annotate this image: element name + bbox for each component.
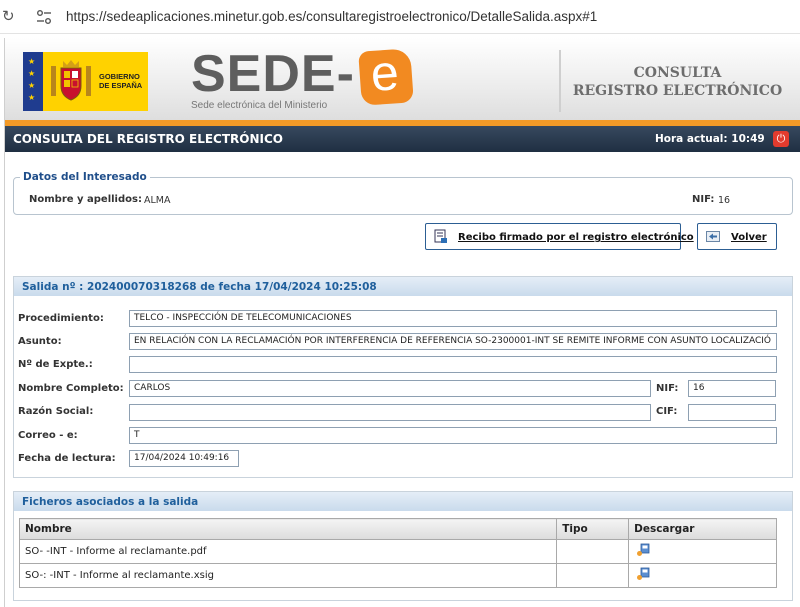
consulta-line2: REGISTRO ELECTRÓNICO — [572, 83, 783, 99]
site-settings-icon[interactable] — [36, 9, 52, 25]
consulta-registro-title: CONSULTA REGISTRO ELECTRÓNICO — [565, 64, 790, 100]
sede-e-logo: e — [358, 44, 414, 106]
interesado-nif-label: NIF: — [692, 194, 715, 205]
interesado-nombre-value: ALMA — [144, 195, 171, 206]
nombre-completo-field[interactable]: CARLOS — [129, 380, 651, 397]
gov-logo-text: GOBIERNO DE ESPAÑA — [99, 72, 142, 90]
correo-field[interactable]: T — [129, 427, 777, 444]
interesado-nif-value: 16 — [718, 195, 731, 206]
gov-logo-line2: DE ESPAÑA — [99, 81, 143, 90]
file-name: SO- -INT - Informe al reclamante.pdf — [18, 539, 558, 564]
interesado-nombre-label: Nombre y apellidos: — [29, 194, 142, 205]
sede-e-letter: e — [368, 44, 401, 102]
page-title: CONSULTA DEL REGISTRO ELECTRÓNICO — [13, 132, 283, 146]
files-table: Nombre Tipo Descargar SO- -INT - Informe… — [18, 518, 777, 588]
gobierno-logo[interactable]: ★ ★ ★ ★ GOBIERNO DE ESPAÑA — [23, 52, 148, 111]
col-tipo[interactable]: Tipo — [556, 518, 630, 540]
file-type — [556, 563, 630, 588]
asunto-label: Asunto: — [18, 336, 62, 347]
salida-header: Salida nº : 202400070318268 de fecha 17/… — [14, 277, 792, 296]
table-row: SO-: -INT - Informe al reclamante.xsig — [18, 563, 777, 588]
download-cell — [628, 539, 777, 564]
procedimiento-field[interactable]: TELCO - INSPECCIÓN DE TELECOMUNICACIONES — [129, 310, 777, 327]
sede-brand[interactable]: SEDE- — [191, 46, 355, 102]
page: ★ ★ ★ ★ GOBIERNO DE ESPAÑA SEDE- e Sede ele… — [4, 38, 800, 607]
consulta-line1: CONSULTA — [633, 65, 722, 81]
table-header-row: Nombre Tipo Descargar — [18, 518, 777, 540]
download-cell — [628, 563, 777, 588]
eu-flag-icon: ★ ★ ★ ★ — [23, 52, 43, 111]
gov-logo-line1: GOBIERNO — [99, 72, 140, 81]
sede-subtitle: Sede electrónica del Ministerio — [191, 100, 328, 111]
url-field[interactable]: https://sedeaplicaciones.minetur.gob.es/… — [66, 9, 597, 24]
cif-field[interactable] — [688, 404, 776, 421]
salida-panel: Salida nº : 202400070318268 de fecha 17/… — [13, 276, 793, 478]
expte-field[interactable] — [129, 356, 777, 373]
volver-button-label: Volver — [731, 232, 767, 243]
nif-field[interactable]: 16 — [688, 380, 776, 397]
razon-social-field[interactable] — [129, 404, 651, 421]
nombre-completo-label: Nombre Completo: — [18, 383, 124, 394]
razon-social-label: Razón Social: — [18, 406, 94, 417]
receipt-icon — [434, 229, 447, 243]
file-name: SO-: -INT - Informe al reclamante.xsig — [18, 563, 558, 588]
banner-divider — [559, 50, 561, 112]
recibo-button-label: Recibo firmado por el registro electróni… — [458, 232, 694, 243]
back-arrow-icon — [706, 231, 720, 242]
coat-of-arms-icon — [51, 60, 91, 101]
interesado-legend: Datos del Interesado — [20, 171, 150, 183]
current-time-label: Hora actual: — [655, 133, 728, 145]
nif-label: NIF: — [656, 383, 679, 394]
browser-address-bar: ↻ https://sedeaplicaciones.minetur.gob.e… — [0, 0, 800, 34]
asunto-field[interactable]: EN RELACIÓN CON LA RECLAMACIÓN POR INTER… — [129, 333, 777, 350]
current-time: Hora actual: 10:49 — [655, 133, 765, 145]
header-banner: ★ ★ ★ ★ GOBIERNO DE ESPAÑA SEDE- e Sede ele… — [5, 38, 800, 120]
procedimiento-label: Procedimiento: — [18, 313, 104, 324]
download-icon[interactable] — [636, 567, 650, 581]
power-icon[interactable]: ⏻ — [773, 131, 789, 147]
recibo-button[interactable]: Recibo firmado por el registro electróni… — [425, 223, 694, 250]
reload-icon[interactable]: ↻ — [2, 8, 18, 24]
download-icon[interactable] — [636, 543, 650, 557]
col-descargar[interactable]: Descargar — [628, 518, 777, 540]
interesado-fieldset: Datos del Interesado Nombre y apellidos:… — [13, 171, 793, 215]
ficheros-header: Ficheros asociados a la salida — [14, 492, 792, 511]
volver-button[interactable]: Volver — [697, 223, 777, 250]
title-bar: CONSULTA DEL REGISTRO ELECTRÓNICO Hora a… — [5, 126, 800, 152]
current-time-value: 10:49 — [731, 133, 765, 145]
fecha-lectura-field[interactable]: 17/04/2024 10:49:16 — [129, 450, 239, 467]
fecha-lectura-label: Fecha de lectura: — [18, 453, 116, 464]
table-row: SO- -INT - Informe al reclamante.pdf — [18, 539, 777, 564]
correo-label: Correo - e: — [18, 430, 78, 441]
col-nombre[interactable]: Nombre — [18, 518, 558, 540]
expte-label: Nº de Expte.: — [18, 359, 93, 370]
file-type — [556, 539, 630, 564]
cif-label: CIF: — [656, 406, 678, 417]
